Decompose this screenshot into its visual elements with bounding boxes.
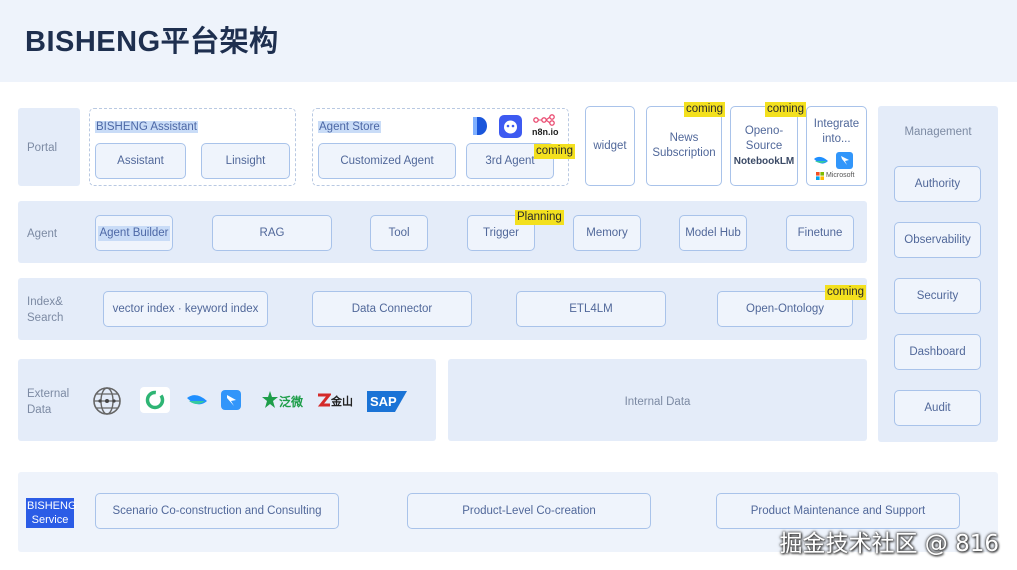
openo-line1: Openo- [744, 124, 784, 137]
product-co-creation-button[interactable]: Product-Level Co-creation [407, 493, 651, 529]
n8n-logo-text: n8n.io [532, 127, 559, 137]
portal-label: Portal [27, 142, 58, 154]
3rd-agent-coming-tag: coming [534, 144, 576, 159]
rag-button[interactable]: RAG [212, 215, 332, 251]
assistant-button[interactable]: Assistant [95, 143, 186, 179]
etl4lm-button[interactable]: ETL4LM [516, 291, 666, 327]
page-title: BISHENG平台架构 [25, 26, 279, 58]
vector-keyword-index-button[interactable]: vector index · keyword index [103, 291, 268, 327]
dingtalk-icon [836, 152, 853, 169]
assistant-group-label: BISHENG Assistant [95, 121, 198, 133]
green-ring-logo-icon [140, 387, 170, 413]
internal-data-label: Internal Data [624, 396, 691, 408]
linsight-button[interactable]: Linsight [201, 143, 290, 179]
kingdee-logo-text: 金山 [331, 395, 353, 408]
dify-logo-icon [473, 117, 487, 135]
openo-line3: NotebookLM [733, 155, 795, 167]
bisheng-service-badge: BISHENG Service [26, 498, 77, 528]
scenario-consulting-button[interactable]: Scenario Co-construction and Consulting [95, 493, 339, 529]
openo-coming-tag: coming [765, 102, 807, 117]
openo-notebooklm-button[interactable]: Openo- Source NotebookLM [730, 106, 798, 186]
widget-button[interactable]: widget [585, 106, 635, 186]
microsoft-logo-icon [816, 172, 824, 180]
bird-logo-icon [187, 395, 207, 405]
audit-button[interactable]: Audit [894, 390, 981, 426]
observability-button[interactable]: Observability [894, 222, 981, 258]
openo-line2: Source [745, 139, 783, 152]
external-data-label: External Data [27, 388, 70, 416]
coze-logo-icon [499, 115, 522, 138]
agent-builder-button[interactable]: Agent Builder [95, 215, 173, 251]
fanwei-logo-text: 泛微 [279, 395, 304, 409]
n8n-logo-icon [533, 114, 555, 126]
management-label: Management [904, 126, 972, 138]
lark-logo-icon [221, 390, 241, 410]
open-ontology-coming-tag: coming [825, 285, 867, 300]
integrate-into-label: Integrate into... [813, 118, 860, 145]
authority-button[interactable]: Authority [894, 166, 981, 202]
security-button[interactable]: Security [894, 278, 981, 314]
tool-button[interactable]: Tool [370, 215, 428, 251]
customized-agent-button[interactable]: Customized Agent [318, 143, 456, 179]
trigger-planning-tag: Planning [515, 210, 564, 225]
news-subscription-button[interactable]: News Subscription [646, 106, 722, 186]
index-search-label: Index& Search [27, 296, 64, 324]
watermark-text: 掘金技术社区 @ 816 [779, 531, 999, 557]
news-coming-tag: coming [684, 102, 726, 117]
news-subscription-label: News Subscription [652, 132, 716, 159]
agent-builder-label: Agent Builder [98, 225, 170, 241]
microsoft-logo-text: Microsoft [826, 172, 855, 179]
globe-network-icon [93, 387, 121, 415]
data-connector-button[interactable]: Data Connector [312, 291, 472, 327]
feishu-bird-icon [814, 156, 828, 164]
model-hub-button[interactable]: Model Hub [679, 215, 747, 251]
finetune-button[interactable]: Finetune [786, 215, 854, 251]
sap-logo-text: SAP [370, 394, 397, 409]
kingdee-logo-icon [317, 393, 331, 407]
agent-store-label: Agent Store [318, 121, 381, 133]
memory-button[interactable]: Memory [573, 215, 641, 251]
agent-label: Agent [27, 228, 58, 240]
fanwei-logo-icon [262, 391, 278, 408]
dashboard-button[interactable]: Dashboard [894, 334, 981, 370]
